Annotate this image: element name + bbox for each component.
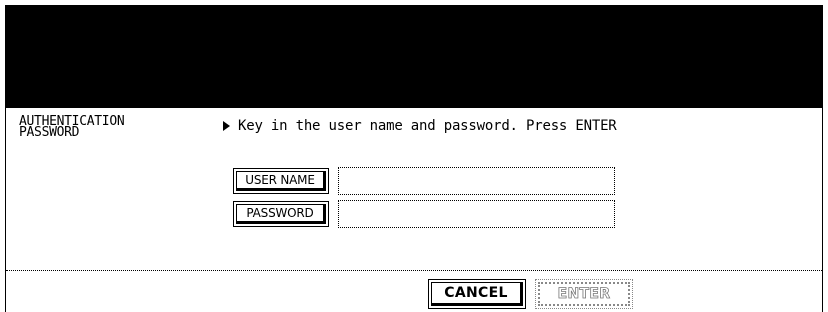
instruction-text: Key in the user name and password. Press… (238, 118, 617, 134)
password-field[interactable] (338, 200, 615, 228)
user-name-button-label: USER NAME (236, 171, 326, 191)
user-name-button[interactable]: USER NAME (233, 168, 329, 194)
enter-button[interactable]: ENTER (535, 279, 633, 309)
frame-left-border (5, 108, 6, 312)
footer-divider (6, 270, 822, 271)
instruction-message: Key in the user name and password. Press… (223, 118, 617, 134)
screen-title: AUTHENTICATION PASSWORD (19, 115, 125, 139)
password-button[interactable]: PASSWORD (233, 201, 329, 227)
user-name-field[interactable] (338, 167, 615, 195)
header-bar (5, 5, 823, 108)
enter-button-label: ENTER (538, 282, 630, 306)
triangle-right-icon (223, 121, 230, 131)
authentication-screen: AUTHENTICATION PASSWORD Key in the user … (0, 0, 828, 312)
password-button-label: PASSWORD (236, 204, 326, 224)
frame-right-border (822, 108, 823, 312)
cancel-button[interactable]: CANCEL (428, 279, 526, 309)
cancel-button-label: CANCEL (431, 282, 523, 306)
